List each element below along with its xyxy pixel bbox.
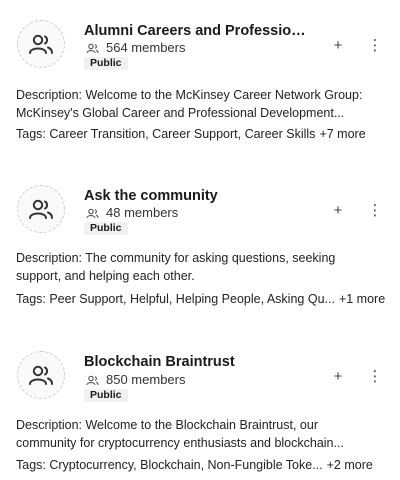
- member-count-text: 850 members: [106, 372, 186, 387]
- tags-text: Tags: Cryptocurrency, Blockchain, Non-Fu…: [16, 458, 323, 472]
- group-title[interactable]: Blockchain Braintrust: [84, 353, 314, 371]
- members-icon: [86, 375, 99, 386]
- plus-icon: +: [333, 367, 343, 385]
- group-menu-button[interactable]: ⋮: [366, 367, 384, 385]
- tags-more-link[interactable]: +2 more: [327, 458, 373, 472]
- group-description: Description: Welcome to the Blockchain B…: [16, 416, 386, 452]
- member-count: 850 members: [86, 372, 185, 388]
- description-line: Description: Welcome to the Blockchain B…: [16, 418, 318, 432]
- group-avatar-icon: [17, 351, 65, 399]
- group-tags: Tags: Cryptocurrency, Blockchain, Non-Fu…: [16, 457, 396, 473]
- description-line: community for cryptocurrency enthusiasts…: [16, 436, 344, 450]
- group-card-blockchain[interactable]: Blockchain Braintrust 850 members Public…: [0, 0, 400, 480]
- visibility-badge: Public: [84, 389, 128, 402]
- join-group-button[interactable]: +: [329, 367, 347, 385]
- more-vertical-icon: ⋮: [367, 368, 383, 385]
